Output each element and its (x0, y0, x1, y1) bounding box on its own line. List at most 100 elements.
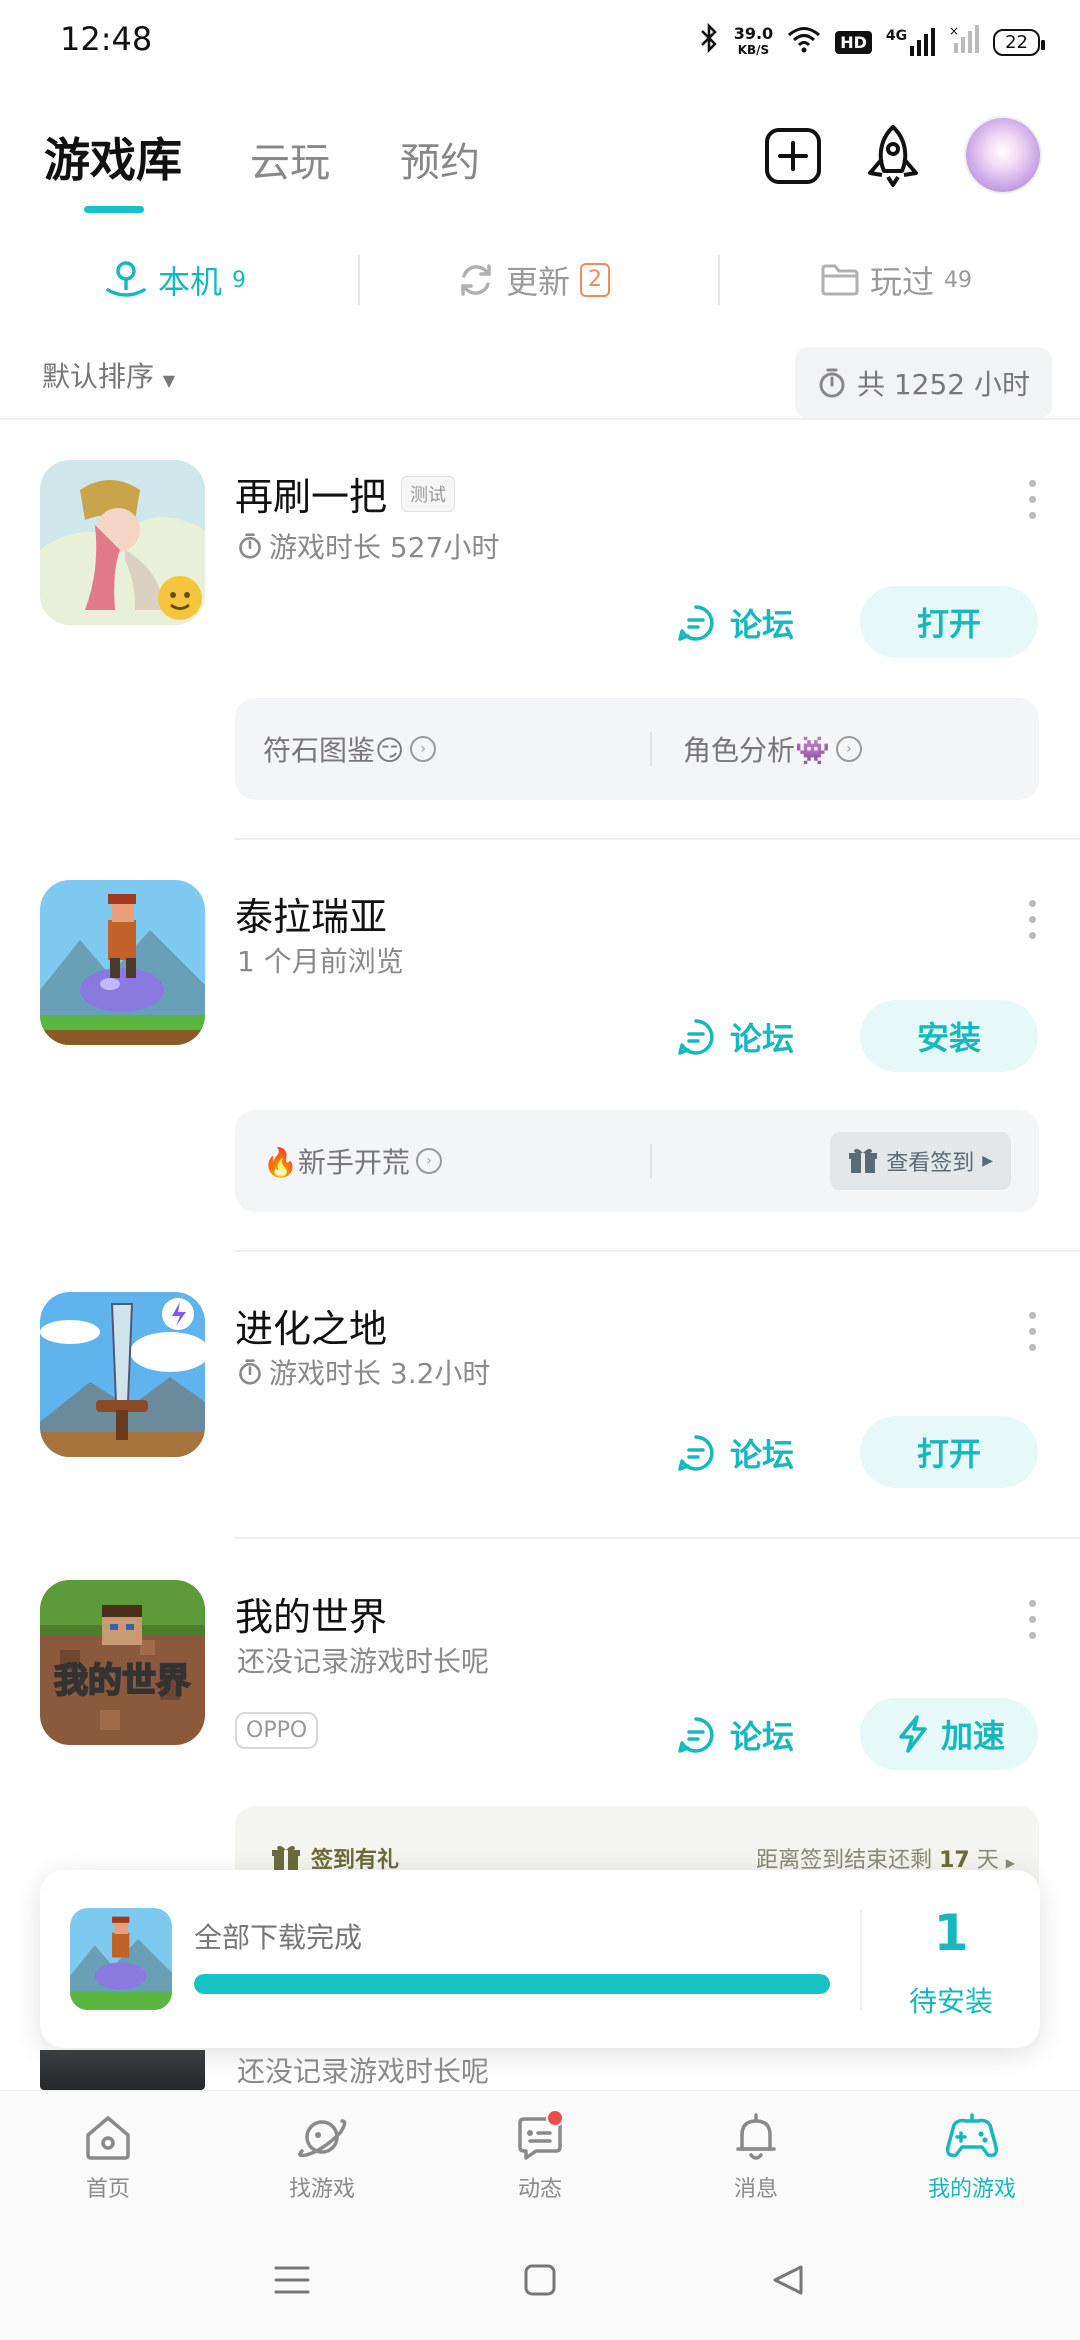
more-options-icon[interactable] (1026, 900, 1038, 939)
game-icon[interactable] (40, 2050, 205, 2090)
sub-tab-local[interactable]: 本机 9 (104, 245, 246, 315)
shortcut-rune-guide[interactable]: 符石图鉴😏 › (263, 698, 437, 800)
signal-icon: 4G (885, 28, 936, 56)
nav-discover[interactable]: 找游戏 (222, 2109, 422, 2203)
game-playtime-text: 游戏时长 527小时 (269, 531, 500, 564)
network-speed-unit: KB/S (737, 43, 770, 57)
status-icons: 39.0 KB/S HD 4G × 22 (698, 22, 1045, 62)
recent-apps-button[interactable] (262, 2250, 322, 2310)
nav-my-games[interactable]: 我的游戏 (872, 2109, 1072, 2203)
bell-icon (728, 2109, 784, 2165)
test-tag: 测试 (401, 475, 456, 512)
message-icon (512, 2109, 568, 2165)
sub-tab-played[interactable]: 玩过 49 (820, 245, 972, 315)
svg-text:×: × (949, 25, 959, 38)
nav-messages-label: 消息 (733, 2177, 778, 2202)
accelerate-button[interactable]: 加速 (860, 1698, 1038, 1770)
more-options-icon[interactable] (1026, 1600, 1038, 1639)
status-bar: 12:48 39.0 KB/S HD 4G × 22 (0, 0, 1080, 80)
shortcut-role-analysis[interactable]: 角色分析👾 › (683, 698, 862, 800)
square-icon (524, 2264, 556, 2296)
forum-button[interactable]: 论坛 (676, 1712, 794, 1758)
sort-row: 默认排序 ▼ 共 1252 小时 (0, 345, 1080, 420)
game-title[interactable]: 再刷一把 测试 (235, 466, 456, 521)
forum-label: 论坛 (730, 1718, 795, 1756)
nav-feed[interactable]: 动态 (440, 2109, 640, 2203)
download-status-popup[interactable]: 全部下载完成 1 待安装 (40, 1870, 1040, 2048)
speed-up-button[interactable] (857, 120, 929, 192)
shortcut-beginner-guide[interactable]: 🔥新手开荒 › (263, 1110, 442, 1212)
chevron-right-icon: › (410, 736, 437, 762)
tab-cloud-play[interactable]: 云玩 (250, 130, 330, 188)
game-icon[interactable] (40, 880, 205, 1045)
menu-icon (274, 2266, 310, 2294)
sub-tab-played-label: 玩过 (870, 263, 935, 301)
game-title[interactable]: 泰拉瑞亚 (235, 886, 387, 941)
total-hours-label: 共 1252 小时 (856, 368, 1030, 401)
view-checkin-label: 查看签到 (886, 1151, 975, 1176)
oppo-tag: OPPO (235, 1712, 319, 1749)
chevron-right-icon: › (835, 736, 862, 762)
back-triangle-icon (773, 2265, 803, 2295)
install-button[interactable]: 安装 (860, 1000, 1038, 1072)
sub-tab-update-label: 更新 (506, 263, 571, 301)
divider (235, 1250, 1080, 1252)
add-square-icon (765, 128, 821, 184)
more-options-icon[interactable] (1026, 480, 1038, 519)
timer-icon (239, 1359, 261, 1385)
game-title[interactable]: 进化之地 (235, 1298, 387, 1353)
sort-dropdown[interactable]: 默认排序 ▼ (42, 355, 175, 395)
game-icon[interactable] (40, 1292, 205, 1457)
forum-button[interactable]: 论坛 (676, 1430, 794, 1476)
nav-home[interactable]: 首页 (8, 2109, 208, 2203)
add-game-button[interactable] (757, 120, 829, 192)
tab-reservation[interactable]: 预约 (400, 130, 480, 188)
user-avatar[interactable] (966, 118, 1040, 192)
sub-tab-divider (718, 255, 720, 305)
gift-icon (849, 1148, 878, 1173)
forum-icon (678, 1717, 714, 1753)
forum-label: 论坛 (730, 606, 795, 644)
tab-game-library[interactable]: 游戏库 (44, 124, 182, 190)
forum-icon (678, 1019, 714, 1055)
game-title[interactable]: 我的世界 (235, 1586, 387, 1641)
card-divider (650, 1144, 652, 1178)
card-divider (650, 732, 652, 766)
caret-right-icon: ▶ (1005, 1856, 1015, 1870)
forum-button[interactable]: 论坛 (676, 1014, 794, 1060)
forum-button[interactable]: 论坛 (676, 600, 794, 646)
view-checkin-button[interactable]: 查看签到 ▶ (830, 1132, 1011, 1190)
lightning-icon (899, 1715, 927, 1753)
game-icon[interactable] (40, 460, 205, 625)
game-name: 我的世界 (235, 1595, 388, 1639)
home-system-button[interactable] (510, 2250, 570, 2310)
active-tab-indicator (84, 206, 144, 213)
pending-install-count[interactable]: 1 (862, 1904, 1040, 1962)
chevron-right-icon: › (415, 1148, 442, 1174)
back-button[interactable] (758, 2250, 818, 2310)
game-playtime: 游戏时长 527小时 (237, 526, 499, 566)
battery-icon: 22 (993, 28, 1045, 56)
system-navigation-bar (0, 2220, 1080, 2340)
status-time: 12:48 (60, 20, 153, 58)
refresh-icon (461, 264, 491, 296)
timer-icon (239, 533, 261, 559)
nav-messages[interactable]: 消息 (656, 2109, 856, 2203)
divider (0, 418, 1080, 420)
sub-tab-update[interactable]: 更新 2 (456, 245, 611, 315)
download-progress-bar (194, 1974, 830, 1994)
planet-icon (294, 2109, 350, 2165)
game-playtime: 还没记录游戏时长呢 (237, 1645, 490, 1678)
pending-install-label[interactable]: 待安装 (862, 1980, 1040, 2020)
open-button[interactable]: 打开 (860, 1416, 1038, 1488)
signal-2-icon: × (949, 24, 980, 59)
more-options-icon[interactable] (1026, 1312, 1038, 1351)
game-shortcut-card: 符石图鉴😏 › 角色分析👾 › (235, 698, 1039, 800)
sub-tab-local-label: 本机 (158, 263, 223, 301)
game-icon[interactable]: 我的世界 (40, 1580, 205, 1745)
top-tabs: 游戏库 云玩 预约 (0, 110, 1080, 230)
accelerate-label: 加速 (940, 1717, 1005, 1755)
signal-label: 4G (885, 28, 908, 44)
forum-icon (678, 605, 714, 641)
open-button[interactable]: 打开 (860, 586, 1038, 658)
